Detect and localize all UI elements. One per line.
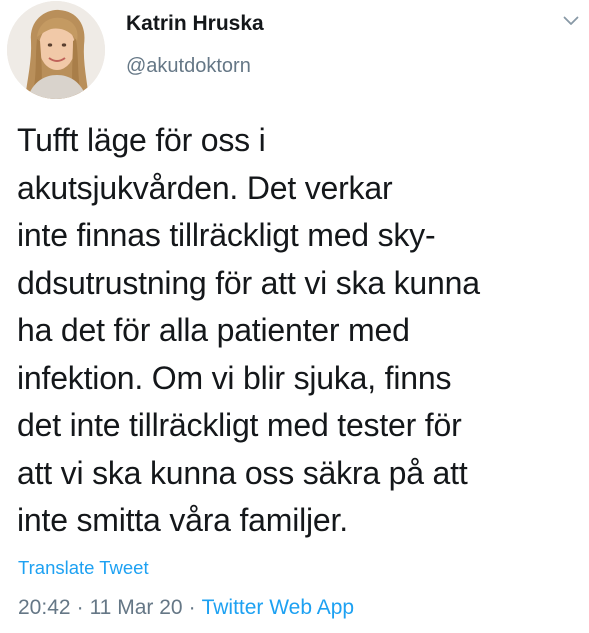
- user-display-name[interactable]: Katrin Hruska: [126, 12, 264, 36]
- avatar-photo: [7, 1, 105, 99]
- separator: ·: [76, 596, 84, 619]
- user-handle[interactable]: @akutdoktorn: [126, 55, 251, 78]
- tweet-metadata: 20:42 · 11 Mar 20 · Twitter Web App: [18, 596, 354, 620]
- translate-tweet-link[interactable]: Translate Tweet: [18, 557, 149, 579]
- separator: ·: [188, 596, 196, 619]
- tweet-card: Katrin Hruska @akutdoktorn Tufft läge fö…: [0, 0, 589, 633]
- tweet-source-link[interactable]: Twitter Web App: [202, 596, 355, 619]
- avatar[interactable]: [7, 1, 105, 99]
- chevron-down-icon[interactable]: [563, 14, 579, 26]
- tweet-date[interactable]: 11 Mar 20: [90, 596, 183, 619]
- tweet-text: Tufft läge för oss i akutsjukvården. Det…: [17, 122, 480, 538]
- tweet-time[interactable]: 20:42: [18, 596, 71, 619]
